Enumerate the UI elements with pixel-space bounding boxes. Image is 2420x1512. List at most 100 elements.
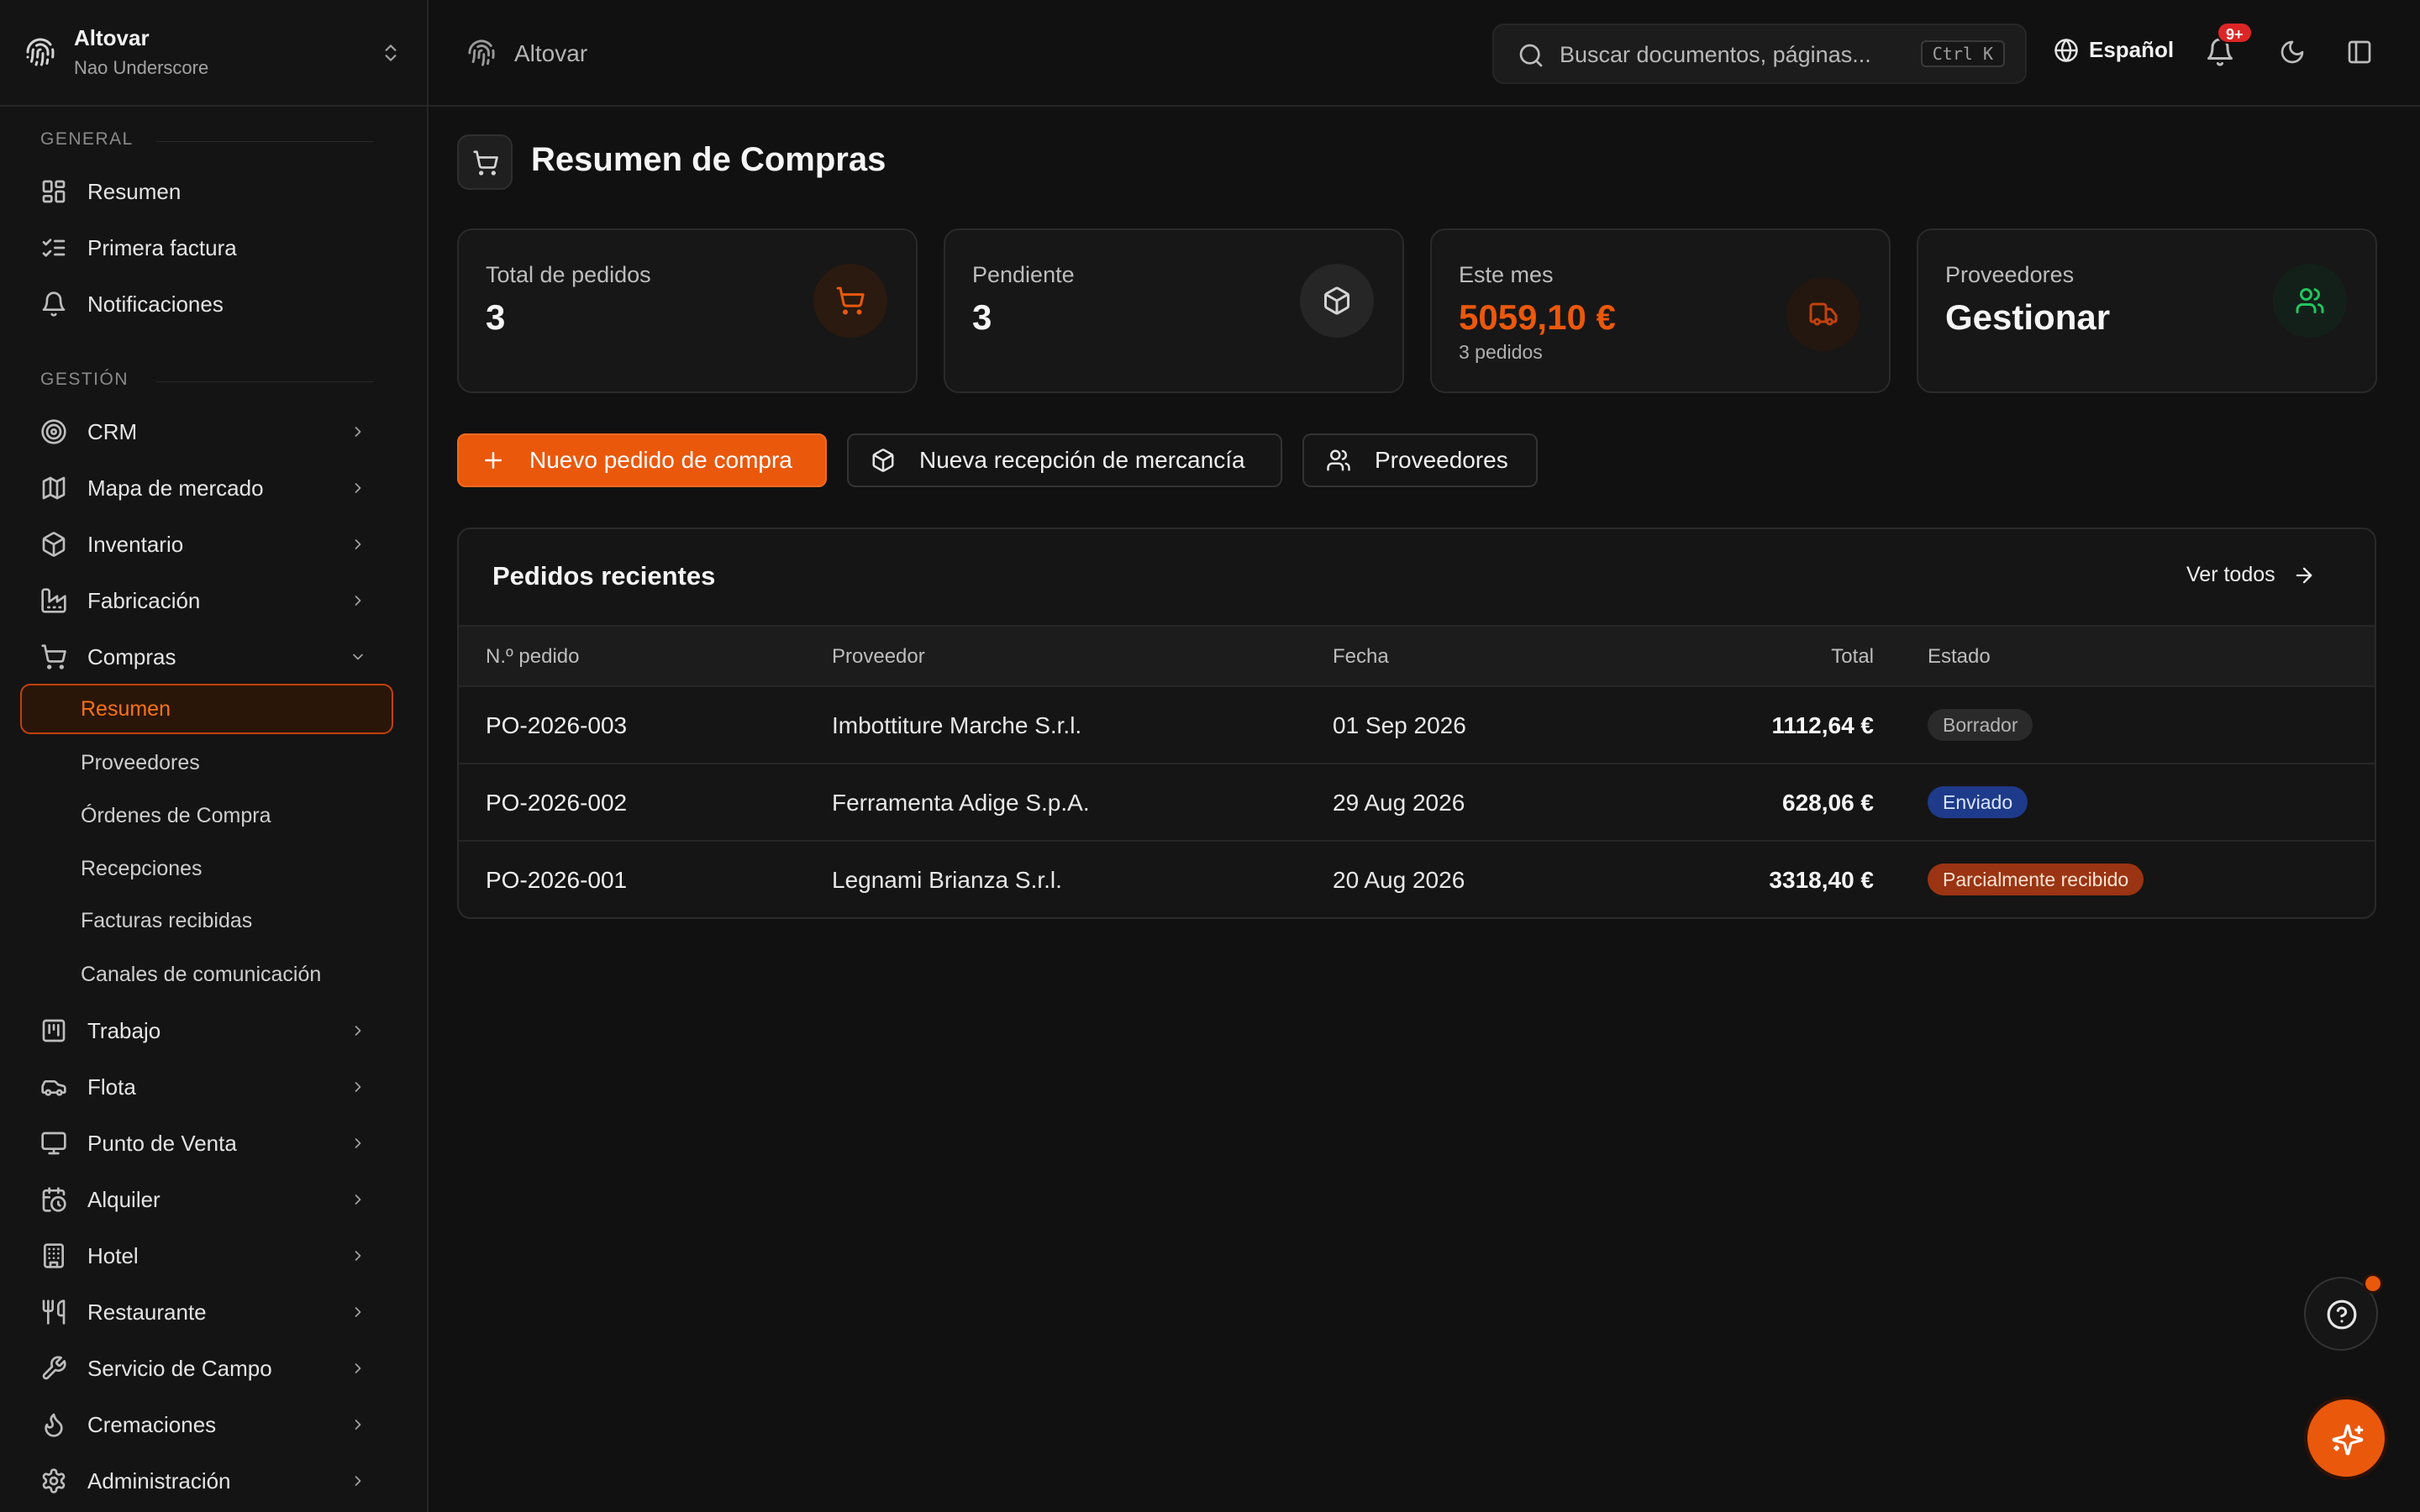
- suppliers-button[interactable]: Proveedores: [1302, 433, 1538, 487]
- sidebar-item-mapa-de-mercado[interactable]: Mapa de mercado: [20, 465, 393, 512]
- chevron-right-icon: [355, 427, 361, 437]
- order-number: PO-2026-001: [486, 867, 628, 893]
- sidebar-item-label: Compras: [87, 643, 176, 669]
- sidebar-item-servicio-de-campo[interactable]: Servicio de Campo: [20, 1345, 393, 1392]
- order-date: 01 Sep 2026: [1333, 712, 1466, 738]
- sidebar-item-cremaciones[interactable]: Cremaciones: [20, 1401, 393, 1448]
- chevron-right-icon: [355, 1026, 361, 1036]
- section-label-general: GENERAL: [40, 129, 134, 149]
- sidebar-item-hotel[interactable]: Hotel: [20, 1232, 393, 1279]
- breadcrumb[interactable]: Altovar: [514, 40, 587, 67]
- sidebar-item-administracion[interactable]: Administración: [20, 1457, 393, 1504]
- sidebar-item-restaurante[interactable]: Restaurante: [20, 1289, 393, 1336]
- sidebar-subitem-proveedores[interactable]: Proveedores: [20, 738, 393, 788]
- workspace-switcher[interactable]: Altovar Nao Underscore: [0, 0, 427, 107]
- language-selector[interactable]: Español: [2054, 37, 2174, 63]
- utensils-icon: [42, 1299, 66, 1325]
- sidebar: Altovar Nao Underscore GENERAL Resumen P…: [0, 0, 429, 1512]
- sidebar-item-label: Trabajo: [87, 1017, 161, 1043]
- search-input[interactable]: Buscar documentos, páginas... Ctrl K: [1492, 24, 2027, 84]
- order-number: PO-2026-002: [486, 790, 628, 816]
- workspace-subtitle: Nao Underscore: [74, 57, 209, 78]
- table-row[interactable]: PO-2026-001 Legnami Brianza S.r.l. 20 Au…: [459, 842, 2375, 917]
- notifications-badge: 9+: [2217, 22, 2253, 44]
- stat-card-total-pedidos: Total de pedidos 3: [457, 228, 918, 393]
- sidebar-subitem-resumen[interactable]: Resumen: [20, 684, 393, 734]
- section-divider: [156, 381, 373, 382]
- sidebar-item-label: Alquiler: [87, 1186, 160, 1212]
- building-icon: [44, 1243, 64, 1268]
- sidebar-item-punto-de-venta[interactable]: Punto de Venta: [20, 1120, 393, 1167]
- sidebar-item-primera-factura[interactable]: Primera factura: [20, 224, 393, 271]
- new-goods-reception-button[interactable]: Nueva recepción de mercancía: [847, 433, 1282, 487]
- status-badge: Enviado: [1928, 786, 2028, 818]
- table-row[interactable]: PO-2026-003 Imbottiture Marche S.r.l. 01…: [459, 687, 2375, 764]
- button-label: Nuevo pedido de compra: [529, 447, 792, 473]
- sidebar-item-label: Flota: [87, 1074, 136, 1100]
- sidebar-item-alquiler[interactable]: Alquiler: [20, 1176, 393, 1223]
- factory-icon: [41, 588, 66, 613]
- column-header: Fecha: [1333, 645, 1389, 668]
- new-purchase-order-button[interactable]: Nuevo pedido de compra: [457, 433, 827, 487]
- chevron-right-icon: [355, 1082, 361, 1092]
- sidebar-item-label: Mapa de mercado: [87, 475, 264, 501]
- workspace-name: Altovar: [74, 25, 150, 50]
- chevron-right-icon: [355, 596, 361, 606]
- sidebar-subitem-canales-de-comunicacion[interactable]: Canales de comunicación: [20, 949, 393, 1000]
- button-label: Nueva recepción de mercancía: [919, 447, 1245, 473]
- help-indicator-dot: [2363, 1273, 2383, 1294]
- sidebar-item-crm[interactable]: CRM: [20, 408, 393, 455]
- order-number: PO-2026-003: [486, 712, 628, 738]
- chevrons-up-down-icon: [385, 45, 397, 61]
- moon-icon[interactable]: [2279, 39, 2306, 66]
- fingerprint-icon: [468, 39, 495, 66]
- sidebar-subitem-facturas-recibidas[interactable]: Facturas recibidas: [20, 895, 393, 946]
- checklist-icon: [42, 239, 66, 257]
- column-header: N.º pedido: [486, 645, 580, 668]
- sidebar-item-label: Servicio de Campo: [87, 1355, 272, 1381]
- stat-label: Este mes: [1459, 262, 1554, 287]
- stat-card-proveedores[interactable]: Proveedores Gestionar: [1917, 228, 2377, 393]
- sidebar-item-inventario[interactable]: Inventario: [20, 521, 393, 568]
- page-title: Resumen de Compras: [531, 141, 886, 178]
- stat-label: Total de pedidos: [486, 262, 651, 287]
- dashboard-icon: [42, 180, 66, 203]
- chevron-right-icon: [355, 539, 361, 549]
- sidebar-item-label: Administración: [87, 1467, 231, 1494]
- column-header: Total: [1831, 645, 1874, 668]
- sidebar-item-trabajo[interactable]: Trabajo: [20, 1007, 393, 1054]
- see-all-label: Ver todos: [2186, 563, 2275, 586]
- stat-card-este-mes: Este mes 5059,10 € 3 pedidos: [1430, 228, 1891, 393]
- order-total: 1112,64 €: [1771, 712, 1874, 738]
- chevron-right-icon: [355, 483, 361, 493]
- wrench-icon: [42, 1356, 66, 1380]
- order-date: 20 Aug 2026: [1333, 867, 1465, 893]
- order-supplier: Ferramenta Adige S.p.A.: [832, 790, 1090, 816]
- table-row[interactable]: PO-2026-002 Ferramenta Adige S.p.A. 29 A…: [459, 764, 2375, 842]
- see-all-link[interactable]: Ver todos: [2186, 563, 2316, 587]
- sidebar-item-resumen[interactable]: Resumen: [20, 168, 393, 215]
- kanban-icon: [42, 1019, 66, 1042]
- stat-subtext: 3 pedidos: [1459, 341, 1543, 363]
- sidebar-item-flota[interactable]: Flota: [20, 1063, 393, 1110]
- sidebar-item-label: Resumen: [87, 178, 182, 204]
- help-circle-icon: [2327, 1299, 2357, 1330]
- sidebar-toggle-icon[interactable]: [2346, 39, 2373, 66]
- sidebar-item-compras[interactable]: Compras: [20, 633, 393, 680]
- cart-icon: [473, 150, 498, 176]
- sidebar-item-label: Primera factura: [87, 234, 237, 260]
- sidebar-item-label: Fabricación: [87, 587, 201, 613]
- bell-icon: [42, 291, 66, 317]
- stat-icon-circle: [813, 264, 887, 338]
- section-title: Pedidos recientes: [492, 561, 716, 591]
- sidebar-item-notificaciones[interactable]: Notificaciones: [20, 281, 393, 328]
- sidebar-subitem-ordenes-de-compra[interactable]: Órdenes de Compra: [20, 790, 393, 841]
- chevron-right-icon: [355, 1251, 361, 1261]
- sidebar-subitem-recepciones[interactable]: Recepciones: [20, 843, 393, 894]
- settings-icon: [42, 1468, 66, 1494]
- status-badge: Parcialmente recibido: [1928, 864, 2144, 895]
- package-icon: [1324, 286, 1349, 315]
- plus-icon: [485, 452, 502, 469]
- sidebar-item-fabricacion[interactable]: Fabricación: [20, 577, 393, 624]
- ai-assistant-button[interactable]: [2304, 1396, 2388, 1480]
